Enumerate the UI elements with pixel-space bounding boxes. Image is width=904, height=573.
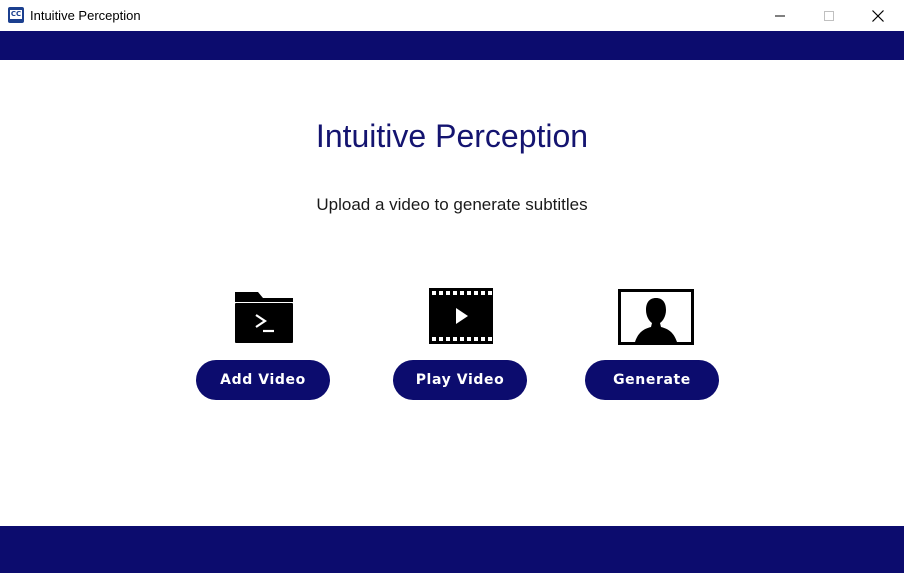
play-video-button[interactable]: Play Video [393, 360, 527, 400]
window-titlebar: CC Intuitive Perception [0, 0, 904, 31]
minimize-icon [775, 15, 785, 16]
film-play-icon [428, 288, 494, 344]
header-band [0, 31, 904, 60]
app-icon: CC [8, 7, 24, 23]
maximize-icon [824, 10, 834, 21]
maximize-button[interactable] [806, 0, 852, 31]
window-title: Intuitive Perception [30, 8, 141, 23]
person-silhouette-icon [618, 289, 694, 345]
folder-terminal-icon [234, 290, 294, 344]
app-icon-label: CC [10, 10, 22, 19]
footer-band [0, 526, 904, 573]
page-subtitle: Upload a video to generate subtitles [316, 195, 588, 214]
generate-button[interactable]: Generate [585, 360, 719, 400]
page-title: Intuitive Perception [315, 118, 589, 154]
close-button[interactable] [855, 0, 901, 31]
minimize-button[interactable] [757, 0, 803, 31]
close-icon [872, 9, 884, 22]
add-video-button[interactable]: Add Video [196, 360, 330, 400]
